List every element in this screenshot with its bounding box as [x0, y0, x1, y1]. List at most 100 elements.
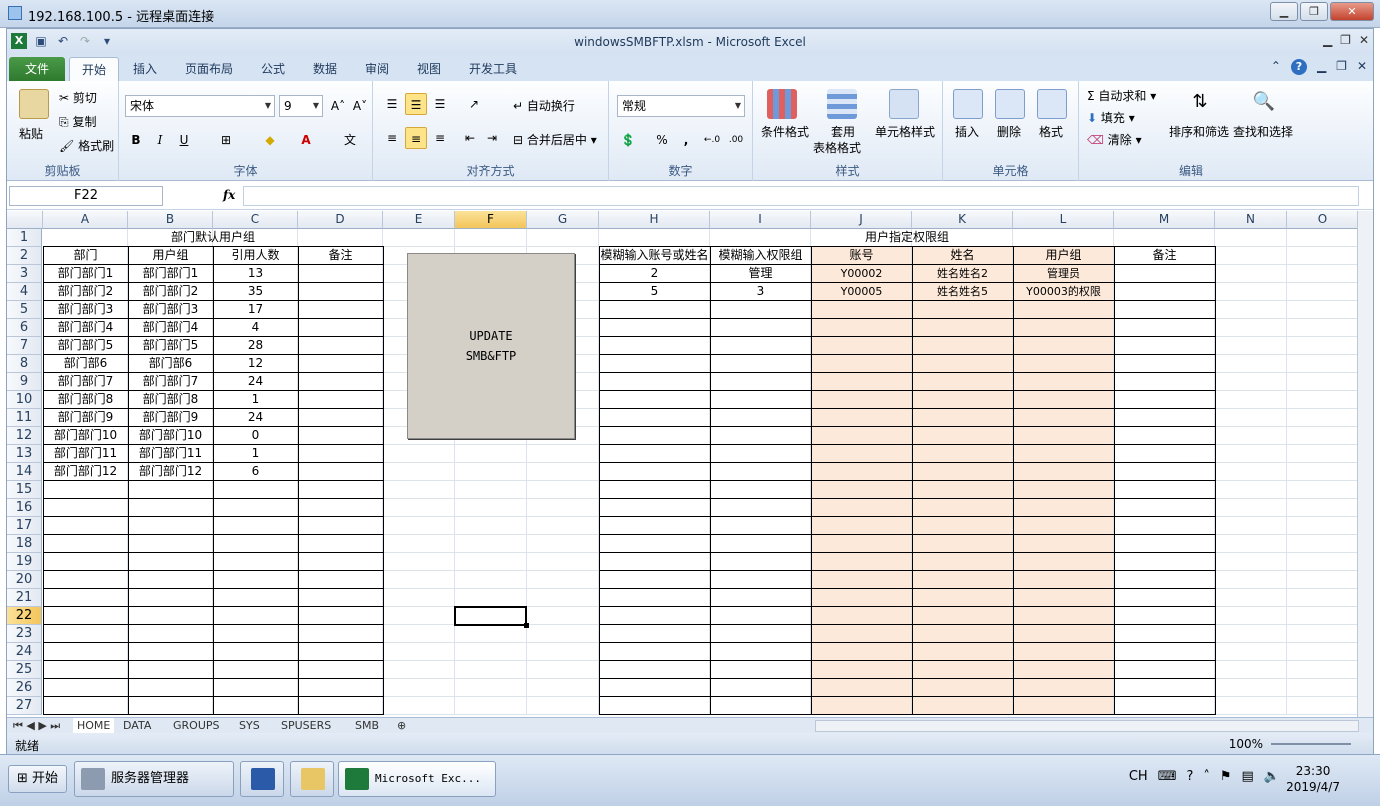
left-table-cell[interactable]: 部门部门2 [43, 283, 128, 301]
left-table-cell[interactable]: 13 [213, 265, 298, 283]
right-table-cell[interactable]: 5 [599, 283, 710, 301]
left-table-cell[interactable] [298, 463, 383, 481]
sheet-tab-sys[interactable]: SYS [239, 718, 260, 733]
left-table-cell[interactable]: 部门部门10 [43, 427, 128, 445]
row-header-4[interactable]: 4 [7, 283, 42, 301]
copy-button[interactable]: ⎘ 复制 [59, 113, 96, 130]
left-table-cell[interactable]: 部门部门9 [128, 409, 213, 427]
column-header-o[interactable]: O [1287, 211, 1357, 229]
fill-color-icon[interactable]: ◆ [259, 129, 281, 151]
decrease-decimal-icon[interactable]: .00 [725, 129, 747, 151]
taskbar-explorer[interactable] [290, 761, 334, 797]
row-header-11[interactable]: 11 [7, 409, 42, 427]
column-header-m[interactable]: M [1114, 211, 1215, 229]
column-header-e[interactable]: E [383, 211, 455, 229]
left-table-cell[interactable]: 35 [213, 283, 298, 301]
find-select-button[interactable]: 查找和选择 [1233, 123, 1293, 140]
help-tray-icon[interactable]: ? [1186, 769, 1193, 784]
row-header-3[interactable]: 3 [7, 265, 42, 283]
left-table-cell[interactable]: 24 [213, 409, 298, 427]
increase-indent-icon[interactable]: ⇥ [481, 127, 503, 149]
left-table-cell[interactable]: 4 [213, 319, 298, 337]
row-header-18[interactable]: 18 [7, 535, 42, 553]
tab-developer[interactable]: 开发工具 [461, 57, 525, 81]
format-painter-button[interactable]: 🖌 格式刷 [59, 137, 114, 154]
zoom-level[interactable]: 100% [1229, 737, 1263, 751]
left-table-cell[interactable] [298, 283, 383, 301]
left-table-cell[interactable]: 28 [213, 337, 298, 355]
font-size-combo[interactable]: 9 ▼ [279, 95, 323, 117]
insert-sheet-icon[interactable]: ⊕ [397, 718, 406, 733]
row-header-5[interactable]: 5 [7, 301, 42, 319]
network-icon[interactable]: ▤ [1242, 769, 1254, 784]
left-table-cell[interactable]: 部门部门8 [128, 391, 213, 409]
column-header-c[interactable]: C [213, 211, 298, 229]
row-header-23[interactable]: 23 [7, 625, 42, 643]
font-color-icon[interactable]: A [295, 129, 317, 151]
insert-cells-button[interactable]: 插入 [955, 123, 979, 140]
worksheet-grid[interactable]: A B C D E F G H I J K L M N O 1 2 3 4 5 6 7 8 9 10 11 12 13 14 15 16 17… [7, 211, 1357, 717]
volume-icon[interactable]: 🔈 [1264, 769, 1280, 784]
tab-formulas[interactable]: 公式 [253, 57, 293, 81]
column-header-j[interactable]: J [811, 211, 912, 229]
cut-button[interactable]: ✂ 剪切 [59, 89, 97, 106]
left-table-cell[interactable] [298, 373, 383, 391]
left-table-cell[interactable]: 部门部门10 [128, 427, 213, 445]
left-table-cell[interactable]: 部门部门5 [43, 337, 128, 355]
right-table-cell[interactable]: 管理 [710, 265, 811, 283]
excel-close-icon[interactable]: ✕ [1359, 33, 1369, 47]
row-header-16[interactable]: 16 [7, 499, 42, 517]
merge-center-button[interactable]: ⊟ 合并后居中 ▾ [513, 131, 597, 148]
left-table-cell[interactable]: 部门部门8 [43, 391, 128, 409]
left-table-cell[interactable] [298, 337, 383, 355]
select-all-corner[interactable] [7, 211, 43, 229]
format-table-button-2[interactable]: 表格格式 [813, 139, 861, 156]
number-format-combo[interactable]: 常规 ▼ [617, 95, 745, 117]
column-header-d[interactable]: D [298, 211, 383, 229]
comma-button[interactable]: , [675, 129, 697, 151]
italic-button[interactable]: I [149, 129, 171, 151]
sheet-tab-spusers[interactable]: SPUSERS [281, 718, 331, 733]
help-icon[interactable]: ? [1290, 59, 1307, 75]
close-button[interactable]: ✕ [1330, 2, 1374, 21]
row-header-8[interactable]: 8 [7, 355, 42, 373]
phonetic-icon[interactable]: 文 [339, 129, 361, 151]
collapse-ribbon-icon[interactable]: ⌃ [1271, 59, 1281, 75]
left-table-cell[interactable] [298, 319, 383, 337]
column-header-n[interactable]: N [1215, 211, 1287, 229]
row-header-17[interactable]: 17 [7, 517, 42, 535]
workbook-close-icon[interactable]: ✕ [1357, 59, 1367, 75]
left-table-cell[interactable]: 部门部门7 [43, 373, 128, 391]
tab-file[interactable]: 文件 [9, 57, 65, 81]
right-table-cell[interactable]: 姓名姓名2 [912, 265, 1013, 283]
right-table-cell[interactable] [1114, 283, 1215, 301]
align-right-icon[interactable]: ≡ [429, 127, 451, 149]
row-header-14[interactable]: 14 [7, 463, 42, 481]
conditional-format-button[interactable]: 条件格式 [761, 123, 809, 140]
increase-decimal-icon[interactable]: ←.0 [701, 129, 723, 151]
decrease-indent-icon[interactable]: ⇤ [459, 127, 481, 149]
left-table-cell[interactable]: 17 [213, 301, 298, 319]
row-header-25[interactable]: 25 [7, 661, 42, 679]
excel-restore-icon[interactable]: ❐ [1340, 33, 1351, 47]
left-table-cell[interactable]: 部门部6 [128, 355, 213, 373]
cell-styles-button[interactable]: 单元格样式 [875, 123, 935, 140]
row-header-2[interactable]: 2 [7, 247, 42, 265]
row-header-10[interactable]: 10 [7, 391, 42, 409]
minimize-button[interactable]: ▁ [1270, 2, 1298, 21]
workbook-restore-icon[interactable]: ❐ [1336, 59, 1347, 75]
shrink-font-icon[interactable]: A˅ [349, 95, 371, 117]
row-header-27[interactable]: 27 [7, 697, 42, 715]
tab-home[interactable]: 开始 [69, 57, 119, 81]
left-table-cell[interactable]: 1 [213, 391, 298, 409]
tab-insert[interactable]: 插入 [125, 57, 165, 81]
row-header-20[interactable]: 20 [7, 571, 42, 589]
left-table-cell[interactable] [298, 445, 383, 463]
row-header-13[interactable]: 13 [7, 445, 42, 463]
keyboard-icon[interactable]: ⌨ [1158, 769, 1177, 784]
left-table-cell[interactable]: 部门部门7 [128, 373, 213, 391]
flag-icon[interactable]: ⚑ [1220, 769, 1232, 784]
left-table-cell[interactable]: 部门部门2 [128, 283, 213, 301]
name-box[interactable]: F22 [9, 186, 163, 206]
row-header-7[interactable]: 7 [7, 337, 42, 355]
